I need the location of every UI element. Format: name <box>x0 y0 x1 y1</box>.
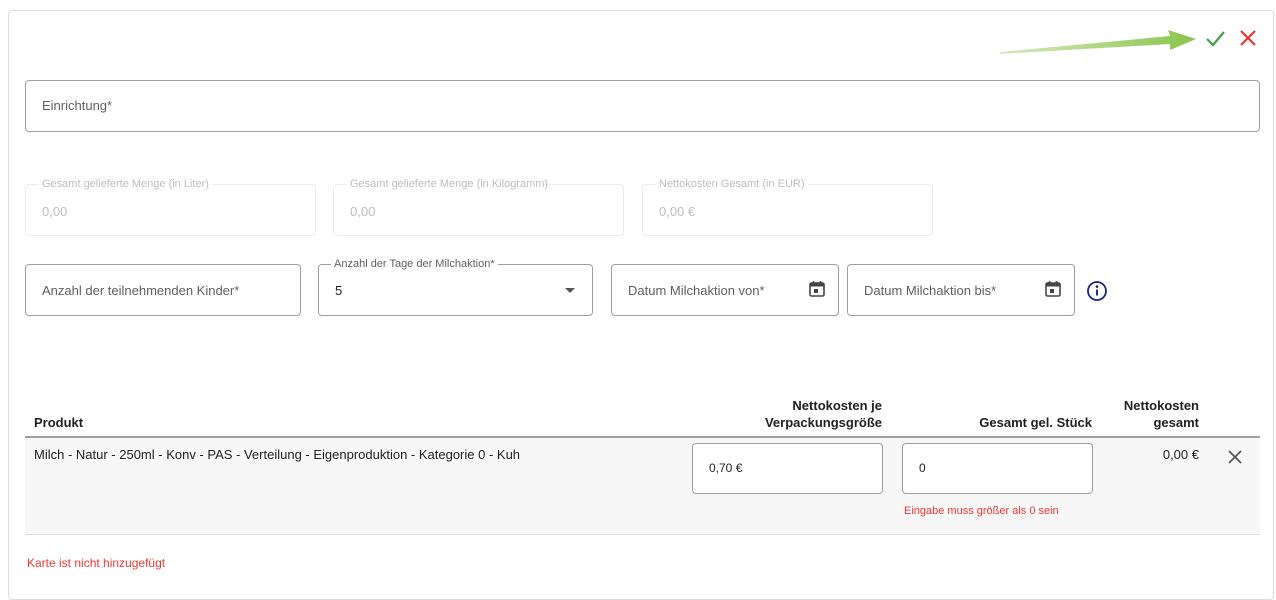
col-netto-gesamt-line1: Nettokosten <box>1123 398 1199 413</box>
total-kilogramm-label: Gesamt gelieferte Menge (in Kilogramm) <box>347 178 552 190</box>
cancel-button[interactable] <box>1237 27 1259 49</box>
einrichtung-field[interactable]: Einrichtung* <box>25 80 1260 132</box>
calendar-icon[interactable] <box>808 280 826 298</box>
col-netto-je-line2: Verpackungsgröße <box>764 415 882 430</box>
footer-error: Karte ist nicht hinzugefügt <box>27 556 166 570</box>
col-netto-je: Nettokosten je Verpackungsgröße <box>700 397 882 431</box>
kinder-field[interactable]: Anzahl der teilnehmenden Kinder* <box>25 264 301 316</box>
col-netto-gesamt: Nettokosten gesamt <box>1100 397 1199 431</box>
total-liter-value: 0,00 <box>42 204 68 219</box>
confirm-button[interactable] <box>1204 27 1226 49</box>
tage-label: Anzahl der Tage der Milchaktion* <box>331 258 498 270</box>
tage-select[interactable]: Anzahl der Tage der Milchaktion* 5 <box>318 258 593 316</box>
datum-bis-field[interactable]: Datum Milchaktion bis* <box>847 264 1075 316</box>
total-liter-field: Gesamt gelieferte Menge (in Liter) 0,00 <box>25 178 316 236</box>
col-netto-gesamt-line2: gesamt <box>1153 415 1199 430</box>
col-produkt: Produkt <box>34 415 84 430</box>
checkmark-icon <box>1206 31 1225 47</box>
row-netto-gesamt: 0,00 € <box>1162 447 1199 462</box>
info-icon[interactable] <box>1086 280 1108 302</box>
annotation-arrow <box>1000 30 1196 54</box>
datum-bis-label: Datum Milchaktion bis* <box>864 283 997 298</box>
stueck-input[interactable]: 0 <box>902 443 1093 494</box>
netto-gesamt-label: Nettokosten Gesamt (in EUR) <box>656 178 808 190</box>
datum-von-field[interactable]: Datum Milchaktion von* <box>611 264 839 316</box>
total-kilogramm-field: Gesamt gelieferte Menge (in Kilogramm) 0… <box>333 178 624 236</box>
stueck-error: Eingabe muss größer als 0 sein <box>904 505 1059 517</box>
close-icon <box>1240 30 1256 46</box>
netto-je-value: 0,70 € <box>709 461 743 475</box>
dropdown-arrow-icon <box>565 288 575 293</box>
col-netto-je-line1: Nettokosten je <box>792 398 882 413</box>
col-stueck: Gesamt gel. Stück <box>979 415 1092 430</box>
tage-value: 5 <box>335 283 343 298</box>
table-row: Milch - Natur - 250ml - Konv - PAS - Ver… <box>25 438 1260 534</box>
row-produkt: Milch - Natur - 250ml - Konv - PAS - Ver… <box>34 447 521 462</box>
stueck-value: 0 <box>919 461 926 475</box>
netto-gesamt-value: 0,00 € <box>659 204 696 219</box>
einrichtung-label: Einrichtung* <box>42 98 113 113</box>
table-row-divider <box>25 534 1260 535</box>
kinder-label: Anzahl der teilnehmenden Kinder* <box>42 283 240 298</box>
total-kilogramm-value: 0,00 <box>350 204 376 219</box>
datum-von-label: Datum Milchaktion von* <box>628 283 765 298</box>
total-liter-label: Gesamt gelieferte Menge (in Liter) <box>39 178 212 190</box>
calendar-icon[interactable] <box>1044 280 1062 298</box>
netto-je-input[interactable]: 0,70 € <box>692 443 883 494</box>
remove-row-icon[interactable] <box>1226 448 1244 466</box>
netto-gesamt-field: Nettokosten Gesamt (in EUR) 0,00 € <box>642 178 933 236</box>
